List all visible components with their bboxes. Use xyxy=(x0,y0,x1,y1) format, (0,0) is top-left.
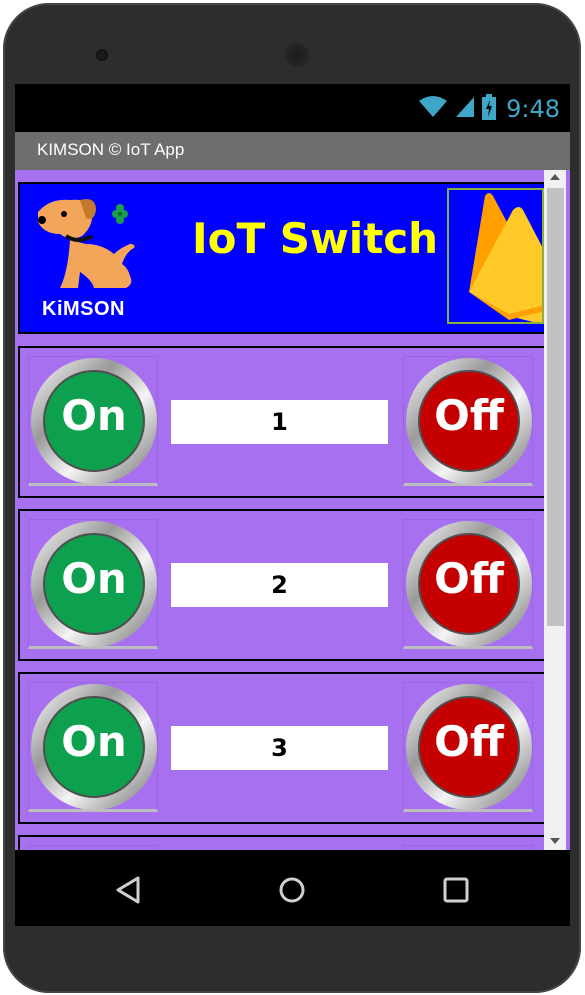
scroll-up-arrow-icon[interactable] xyxy=(550,174,560,180)
logo-text: KiMSON xyxy=(42,298,125,320)
app-bar: KIMSON © IoT App xyxy=(15,132,570,170)
firebase-icon xyxy=(469,193,542,322)
on-label: On xyxy=(61,391,127,440)
status-clock: 9:48 xyxy=(506,95,560,123)
scroll-down-arrow-icon[interactable] xyxy=(550,838,560,844)
switch-row-1: On 1 Off xyxy=(18,346,546,498)
firebase-logo xyxy=(447,188,544,324)
front-camera xyxy=(96,49,108,61)
on-button-2[interactable]: On xyxy=(28,519,158,649)
switch-label-1: 1 xyxy=(171,400,388,444)
scrollbar[interactable] xyxy=(544,170,566,850)
on-button-3[interactable]: On xyxy=(28,682,158,812)
home-button[interactable] xyxy=(272,870,312,910)
signal-icon xyxy=(454,95,476,123)
back-icon xyxy=(116,876,140,904)
screen: 9:48 KIMSON © IoT App KiMSON IoT Switch … xyxy=(15,84,570,926)
wifi-icon xyxy=(418,95,448,123)
home-icon xyxy=(279,877,305,903)
scroll-thumb[interactable] xyxy=(547,188,564,626)
earpiece-speaker xyxy=(285,43,309,67)
phone-frame: 9:48 KIMSON © IoT App KiMSON IoT Switch … xyxy=(3,3,581,993)
off-button-1[interactable]: Off xyxy=(403,356,533,486)
off-label: Off xyxy=(434,554,504,603)
on-label: On xyxy=(61,554,127,603)
recents-icon xyxy=(443,877,469,903)
recents-button[interactable] xyxy=(436,870,476,910)
switch-row-3: On 3 Off xyxy=(18,672,546,824)
off-label: Off xyxy=(434,391,504,440)
switch-row-2: On 2 Off xyxy=(18,509,546,661)
on-button-1[interactable]: On xyxy=(28,356,158,486)
on-label: On xyxy=(61,717,127,766)
status-bar: 9:48 xyxy=(15,84,570,132)
battery-icon xyxy=(482,94,497,124)
app-title: KIMSON © IoT App xyxy=(37,140,185,159)
switch-label-2: 2 xyxy=(171,563,388,607)
dog-icon xyxy=(38,199,135,288)
header-title: IoT Switch xyxy=(192,214,439,263)
switch-row-partial xyxy=(18,835,546,850)
switch-label-3: 3 xyxy=(171,726,388,770)
header-banner: KiMSON IoT Switch xyxy=(18,182,546,334)
kimson-logo: KiMSON xyxy=(30,192,150,320)
off-button-2[interactable]: Off xyxy=(403,519,533,649)
off-button-3[interactable]: Off xyxy=(403,682,533,812)
navigation-bar xyxy=(15,850,570,926)
main-content[interactable]: KiMSON IoT Switch On 1 Off On 2 Off On 3… xyxy=(15,170,570,850)
off-label: Off xyxy=(434,717,504,766)
back-button[interactable] xyxy=(108,870,148,910)
